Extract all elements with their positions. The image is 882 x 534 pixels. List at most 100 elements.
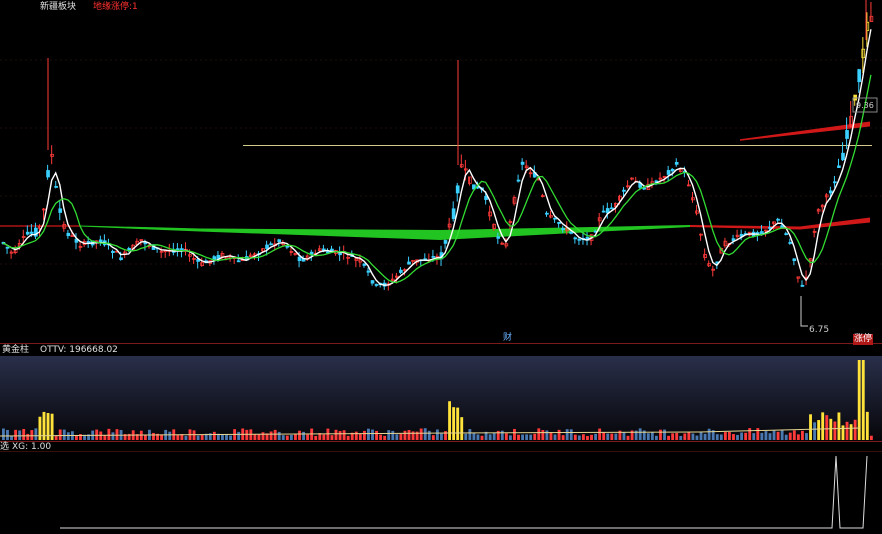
candle-body [297, 256, 302, 262]
volume-bar [152, 432, 155, 440]
xg-signal-path [60, 455, 868, 529]
volume-bar [821, 412, 825, 440]
volume-bar [492, 432, 496, 440]
candle-body [277, 239, 282, 243]
volume-bar [614, 433, 618, 440]
volume-bar [833, 421, 837, 440]
volume-bar [496, 430, 500, 440]
candle-body [455, 185, 460, 194]
candle-body [792, 258, 797, 262]
volume-bar [111, 432, 115, 440]
ma-ribbon [0, 121, 870, 240]
volume-bar [817, 420, 821, 440]
candle-body [516, 179, 521, 182]
candle-body [788, 242, 793, 244]
volume-bar [744, 432, 748, 440]
volume-bar [654, 435, 658, 440]
volume-bar [460, 417, 464, 440]
volume-bar [756, 428, 760, 440]
volume-bar [375, 430, 378, 440]
candle-body [800, 284, 805, 287]
volume-bar [715, 434, 719, 440]
volume-bar [610, 433, 614, 440]
candle-body [66, 232, 71, 237]
volume-bar [687, 431, 691, 440]
candle-body [29, 231, 34, 234]
volume-bar [776, 431, 780, 440]
volume-bar [586, 435, 589, 440]
candle-body [285, 245, 290, 248]
candle-body [845, 130, 849, 139]
volume-bar [545, 430, 549, 440]
volume-bar [594, 433, 598, 440]
volume-bar [58, 429, 62, 440]
volume-bar [553, 434, 557, 440]
volume-bar [225, 434, 228, 440]
volume-bar [537, 428, 541, 440]
volume-bar [22, 428, 26, 440]
volume-bar [184, 435, 188, 440]
signal-line [60, 455, 868, 529]
volume-bar [732, 434, 735, 440]
volume-bar [431, 435, 435, 440]
volume-bar [253, 434, 257, 440]
candle-body [768, 226, 772, 229]
ribbon-red-c [800, 217, 870, 230]
candle-body [58, 208, 63, 213]
volume-bar [387, 430, 391, 440]
volume-bar [723, 432, 727, 440]
volume-bar [736, 434, 739, 440]
candle-body [484, 195, 488, 200]
volume-bar [760, 432, 764, 440]
volume-bar [598, 428, 602, 440]
volume-bar [476, 434, 480, 440]
volume-bar [379, 434, 383, 440]
volume-bar [257, 434, 261, 440]
volume-bar [557, 429, 561, 440]
candle-body [407, 261, 411, 265]
volume-bar [221, 434, 224, 440]
volume-bar [403, 430, 407, 440]
volume-bar [581, 434, 585, 440]
volume-bar [541, 430, 545, 440]
volume-bar [480, 435, 484, 440]
ribbon-green-b [200, 228, 440, 240]
volume-bar [861, 360, 865, 440]
volume-bar [298, 430, 301, 440]
volume-bar [590, 434, 593, 440]
header-left-label: 新疆板块 [40, 2, 77, 12]
volume-bar [176, 434, 180, 440]
volume-bar [261, 432, 265, 440]
candle-body [496, 236, 501, 239]
volume-bar [691, 433, 695, 440]
candle-body [212, 256, 217, 260]
volume-bar [306, 434, 310, 440]
volume-bar [772, 430, 776, 440]
volume-bar [354, 431, 358, 440]
volume-bar [529, 434, 533, 440]
candle-body [86, 241, 91, 243]
volume-bar [338, 431, 342, 440]
candle-body [399, 269, 403, 273]
volume-bar [285, 435, 289, 440]
volume-indicator-name: 黄金柱 [2, 345, 30, 355]
volume-bar [440, 433, 443, 440]
volume-bar [488, 434, 492, 440]
volume-bar [168, 431, 172, 440]
candle-body [366, 270, 371, 273]
volume-bar [237, 431, 241, 440]
volume-bar [54, 435, 58, 440]
candle-body [828, 190, 833, 194]
candle-body [451, 208, 456, 219]
volume-bar [464, 433, 468, 440]
volume-bar [508, 435, 512, 440]
candle-body [111, 250, 115, 253]
volume-bar [95, 429, 99, 440]
volume-bar [695, 435, 699, 440]
volume-bar [411, 431, 415, 440]
volume-bar [845, 421, 849, 440]
volume-bar [399, 433, 403, 440]
volume-bar [740, 432, 744, 440]
candle-body [269, 243, 273, 246]
candle-body [265, 244, 269, 249]
